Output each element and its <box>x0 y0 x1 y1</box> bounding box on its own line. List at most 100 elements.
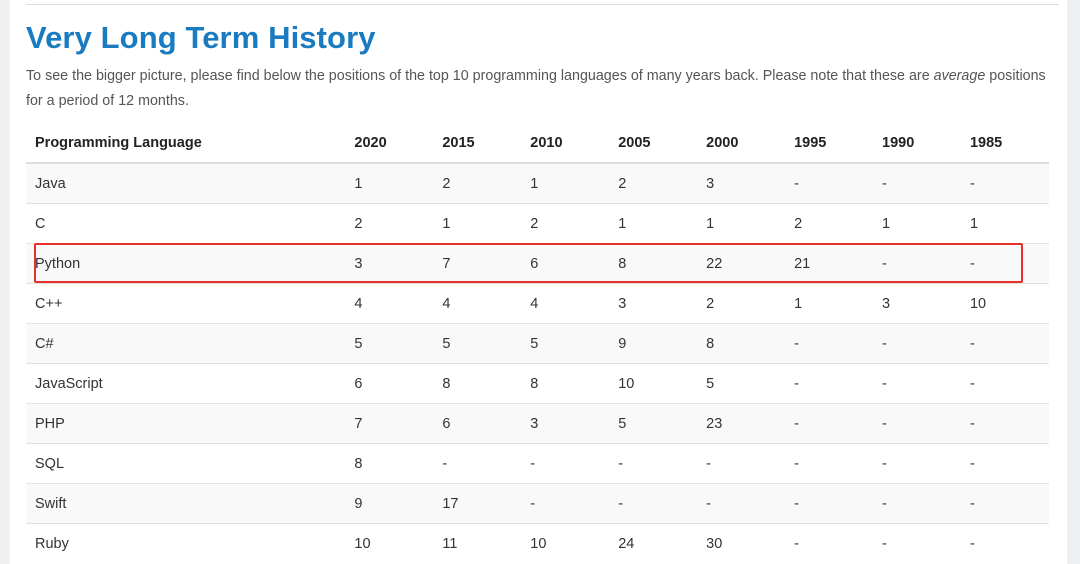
language-name-cell: SQL <box>26 443 346 484</box>
header-year: 1995 <box>785 123 874 164</box>
rank-cell: 5 <box>433 323 522 364</box>
rank-cell: 1 <box>697 203 786 244</box>
intro-text-part1: To see the bigger picture, please find b… <box>26 68 934 84</box>
rank-cell: - <box>521 483 610 524</box>
rank-cell: 22 <box>697 243 786 284</box>
rank-cell: 1 <box>433 203 522 244</box>
rank-cell: - <box>960 243 1049 284</box>
rank-cell: 10 <box>521 523 610 563</box>
language-name-cell: Python <box>26 243 346 284</box>
rank-cell: 8 <box>345 443 434 484</box>
rank-cell: - <box>873 483 961 524</box>
language-history-table: Programming Language 2020 2015 2010 2005… <box>26 123 1049 563</box>
rank-cell: 7 <box>433 243 522 284</box>
rank-cell: 2 <box>433 162 522 204</box>
rank-cell: 3 <box>873 283 961 324</box>
rank-cell: - <box>960 162 1049 204</box>
rank-cell: - <box>785 523 874 563</box>
rank-cell: 3 <box>345 243 434 284</box>
rank-cell: 6 <box>521 243 610 284</box>
rank-cell: 1 <box>521 162 610 204</box>
rank-cell: 4 <box>521 283 610 324</box>
rank-cell: 5 <box>521 323 610 364</box>
rank-cell: 6 <box>345 363 434 404</box>
table-row: C++ 4 4 4 3 2 1 3 10 <box>26 283 1049 324</box>
rank-cell: - <box>785 483 874 524</box>
language-name-cell: Ruby <box>26 523 346 563</box>
header-year: 1985 <box>960 123 1049 164</box>
rank-cell: 11 <box>433 523 522 563</box>
rank-cell: 10 <box>345 523 434 563</box>
table-row: Ruby 10 11 10 24 30- - - <box>26 523 1049 563</box>
language-name-cell: JavaScript <box>26 363 346 404</box>
rank-cell: - <box>960 483 1049 524</box>
rank-cell: - <box>785 363 874 404</box>
rank-cell: 1 <box>345 162 434 204</box>
rank-cell: 1 <box>960 203 1049 244</box>
rank-cell: 4 <box>345 283 434 324</box>
top-divider <box>26 4 1059 5</box>
rank-cell: 8 <box>433 363 522 404</box>
rank-cell: 2 <box>521 203 610 244</box>
table-row: PHP 7 6 3 5 23- - - <box>26 403 1049 444</box>
language-name-cell: C <box>26 203 346 244</box>
rank-cell: 5 <box>345 323 434 364</box>
rank-cell: 9 <box>345 483 434 524</box>
table-row: SQL 8- - - - - - - <box>26 443 1049 484</box>
rank-cell: - <box>873 443 961 484</box>
rank-cell: 30 <box>697 523 786 563</box>
table-row: Swift 9 17- - - - - - <box>26 483 1049 524</box>
rank-cell: 2 <box>609 162 698 204</box>
rank-cell: - <box>960 363 1049 404</box>
rank-cell: - <box>873 403 961 444</box>
rank-cell: 8 <box>697 323 786 364</box>
rank-cell: - <box>960 403 1049 444</box>
rank-cell: 5 <box>697 363 786 404</box>
page-title: Very Long Term History <box>26 20 376 55</box>
table-row: C# 5 5 5 9 8- - - <box>26 323 1049 364</box>
rank-cell: - <box>960 443 1049 484</box>
language-name-cell: C# <box>26 323 346 364</box>
table-row: JavaScript 6 8 8 10 5- - - <box>26 363 1049 404</box>
main-content: Very Long Term History To see the bigger… <box>10 0 1067 564</box>
rank-cell: 24 <box>609 523 698 563</box>
rank-cell: 1 <box>785 283 874 324</box>
header-year: 1990 <box>873 123 961 164</box>
rank-cell: - <box>521 443 610 484</box>
intro-paragraph: To see the bigger picture, please find b… <box>26 64 1056 113</box>
rank-cell: 3 <box>697 162 786 204</box>
rank-cell: - <box>785 162 874 204</box>
header-year: 2000 <box>697 123 786 164</box>
rank-cell: 10 <box>960 283 1049 324</box>
rank-cell: 10 <box>609 363 698 404</box>
rank-cell: - <box>960 323 1049 364</box>
rank-cell: - <box>873 162 961 204</box>
rank-cell: - <box>873 323 961 364</box>
rank-cell: - <box>960 523 1049 563</box>
table-row: Java 1 2 1 2 3- - - <box>26 162 1049 204</box>
rank-cell: - <box>785 323 874 364</box>
rank-cell: 21 <box>785 243 874 284</box>
rank-cell: 7 <box>345 403 434 444</box>
rank-cell: - <box>433 443 522 484</box>
rank-cell: 23 <box>697 403 786 444</box>
rank-cell: 1 <box>873 203 961 244</box>
rank-cell: 2 <box>697 283 786 324</box>
table-body: Java 1 2 1 2 3- - - C 2 1 2 1 1 2 1 1 Python 3 7 6 8 22 21- - C++… <box>26 162 1049 563</box>
rank-cell: 6 <box>433 403 522 444</box>
language-name-cell: C++ <box>26 283 346 324</box>
rank-cell: 2 <box>345 203 434 244</box>
rank-cell: 9 <box>609 323 698 364</box>
rank-cell: - <box>785 403 874 444</box>
rank-cell: 2 <box>785 203 874 244</box>
language-name-cell: Java <box>26 162 346 204</box>
table-header-row: Programming Language 2020 2015 2010 2005… <box>26 123 1049 164</box>
rank-cell: - <box>697 443 786 484</box>
rank-cell: - <box>873 243 961 284</box>
rank-cell: - <box>873 523 961 563</box>
rank-cell: - <box>609 483 698 524</box>
rank-cell: 17 <box>433 483 522 524</box>
intro-emphasis: average <box>933 68 986 84</box>
rank-cell: 8 <box>609 243 698 284</box>
rank-cell: - <box>873 363 961 404</box>
